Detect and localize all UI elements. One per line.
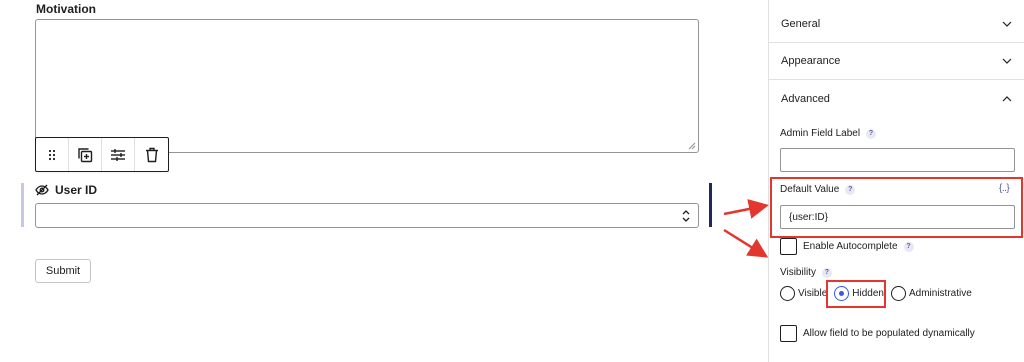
admin-field-label: Admin Field Label (780, 128, 861, 139)
visibility-option-administrative[interactable]: Administrative (890, 286, 972, 301)
duplicate-icon[interactable] (69, 138, 102, 171)
resize-grip-icon[interactable] (688, 142, 696, 150)
visibility-option-label: Visible (798, 288, 828, 299)
userid-label: User ID (55, 183, 98, 197)
dynamic-population-row: Allow field to be populated dynamically (780, 325, 975, 342)
autocomplete-checkbox[interactable] (780, 238, 797, 255)
motivation-label: Motivation (36, 2, 96, 16)
chevron-down-icon (1002, 58, 1012, 64)
block-insertion-indicator (709, 183, 712, 227)
dynamic-population-label: Allow field to be populated dynamically (803, 328, 975, 339)
chevron-down-icon (1002, 21, 1012, 27)
select-chevrons-icon (682, 210, 690, 222)
panel-general-toggle[interactable]: General (769, 6, 1024, 43)
panel-advanced-title: Advanced (781, 92, 830, 105)
settings-sidebar: General Appearance Advanced Admin Field … (768, 0, 1024, 362)
visibility-option-visible[interactable]: Visible (780, 286, 827, 301)
admin-field-label-input[interactable] (780, 148, 1015, 172)
userid-select[interactable] (35, 203, 699, 228)
form-canvas: Motivation User ID Submit (0, 0, 768, 362)
merge-tag-button[interactable]: {..} (999, 183, 1010, 194)
panel-advanced-toggle[interactable]: Advanced (769, 80, 1024, 117)
settings-sliders-icon[interactable] (102, 138, 135, 171)
help-icon[interactable]: ? (903, 241, 914, 252)
visibility-label: Visibility (780, 267, 816, 278)
help-icon[interactable]: ? (845, 184, 856, 195)
autocomplete-label: Enable Autocomplete (803, 241, 898, 252)
trash-icon[interactable] (135, 138, 168, 171)
panel-appearance-toggle[interactable]: Appearance (769, 43, 1024, 80)
autocomplete-row: Enable Autocomplete ? (780, 238, 914, 255)
dynamic-population-checkbox[interactable] (780, 325, 797, 342)
visibility-label-row: Visibility ? (780, 267, 832, 278)
radio-visible[interactable] (780, 286, 795, 301)
block-toolbar (35, 137, 169, 172)
submit-button[interactable]: Submit (35, 259, 91, 283)
default-value-label: Default Value (780, 184, 840, 195)
help-icon[interactable]: ? (866, 128, 877, 139)
admin-field-label-row: Admin Field Label ? (780, 128, 877, 139)
userid-label-row: User ID (35, 183, 97, 197)
drag-handle-icon[interactable] (36, 138, 69, 171)
radio-administrative[interactable] (890, 286, 906, 301)
block-selected-indicator (21, 183, 24, 227)
chevron-up-icon (1002, 95, 1012, 101)
help-icon[interactable]: ? (821, 267, 832, 278)
motivation-textarea[interactable] (35, 19, 699, 153)
panel-general-title: General (781, 18, 821, 30)
eye-slash-icon (35, 184, 49, 196)
hidden-option-highlight (826, 280, 886, 308)
default-value-label-row: Default Value ? (780, 184, 856, 195)
visibility-option-label: Administrative (908, 288, 972, 299)
default-value-input[interactable]: {user:ID} (780, 205, 1015, 229)
panel-appearance-title: Appearance (781, 55, 841, 67)
